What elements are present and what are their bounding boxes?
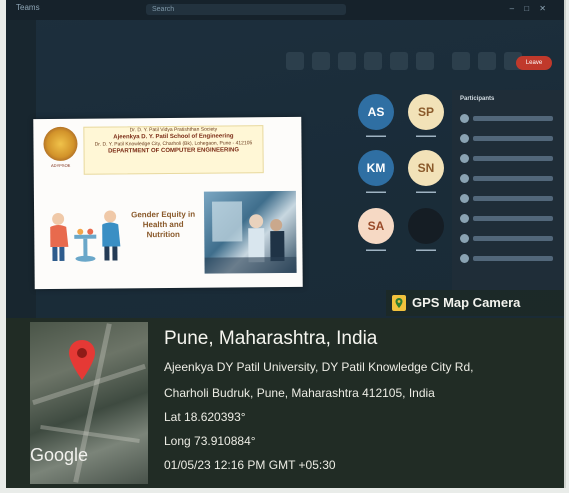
address-line-1: Ajeenkya DY Patil University, DY Patil K… [164,360,474,374]
map-provider-label: Google [30,445,89,465]
chat-button[interactable] [286,52,304,70]
participant-row[interactable] [460,134,560,144]
participant-avatar[interactable] [408,208,444,244]
participant-row[interactable] [460,114,560,124]
people-button[interactable] [312,52,330,70]
participant-row[interactable] [460,234,560,244]
dining-illustration-icon [50,210,121,262]
photo-frame: Teams Search – □ ✕ Leave ADYPSOE Dr. D. … [6,0,566,488]
avatar [460,154,469,163]
participant-row[interactable] [460,174,560,184]
app-title: Teams [16,3,40,12]
participant-initials: SP [417,105,434,119]
participant-name [473,136,553,141]
participant-name [473,196,553,201]
slide-title: Gender Equity in Health and Nutrition [131,209,196,240]
participant-name: ▬▬▬▬ [416,189,436,195]
avatar [460,254,469,263]
participant-name [473,236,553,241]
avatar [460,134,469,143]
view-button[interactable] [390,52,408,70]
window-controls[interactable]: – □ ✕ [510,4,550,13]
participant-row[interactable] [460,214,560,224]
latitude: Lat 18.620393° [164,410,246,424]
header-line: DEPARTMENT OF COMPUTER ENGINEERING [108,147,240,155]
more-button[interactable] [416,52,434,70]
map-pin-icon [392,295,406,311]
participant-initials: AS [367,105,385,119]
avatar [460,114,469,123]
mic-button[interactable] [478,52,496,70]
title-bar: Teams Search – □ ✕ [6,0,564,20]
participant-name [473,176,553,181]
avatar [460,174,469,183]
slide-header: Dr. D. Y. Patil Vidya Pratishthan Societ… [83,125,264,175]
hospital-photo [203,190,297,274]
participant-row[interactable] [460,154,560,164]
participant-avatar[interactable]: SN [408,150,444,186]
gps-badge: GPS Map Camera [386,290,564,316]
participant-name: ▬▬▬▬ [416,133,436,139]
participant-avatar[interactable]: KM [358,150,394,186]
timestamp: 01/05/23 12:16 PM GMT +05:30 [164,458,336,472]
participant-avatar[interactable]: SA [358,208,394,244]
participant-row[interactable] [460,194,560,204]
react-button[interactable] [364,52,382,70]
camera-button[interactable] [452,52,470,70]
participant-name: ▬▬▬▬ [366,189,386,195]
participant-name [473,116,553,121]
location-city: Pune, Maharashtra, India [164,328,378,349]
meeting-toolbar: Leave [286,52,556,82]
search-input[interactable]: Search [146,4,346,15]
raise-hand-button[interactable] [338,52,356,70]
avatar [460,234,469,243]
participant-name [473,156,553,161]
leave-button[interactable]: Leave [516,56,552,70]
left-rail [6,20,36,320]
participant-initials: SA [367,219,385,233]
participant-name: ▬▬▬▬ [416,247,436,253]
participants-panel: Participants [452,90,564,290]
participant-initials: KM [366,161,386,175]
participant-name [473,256,553,261]
gps-badge-label: GPS Map Camera [412,295,521,310]
college-logo-icon [43,126,78,162]
avatar [460,214,469,223]
participant-row[interactable] [460,254,560,264]
participant-avatar[interactable]: SP [408,94,444,130]
location-pin-icon [69,340,95,380]
panel-title: Participants [460,96,495,102]
address-line-2: Charholi Budruk, Pune, Maharashtra 41210… [164,386,435,400]
people-photo-icon [204,201,297,274]
participant-avatar[interactable]: AS [358,94,394,130]
avatar [460,194,469,203]
participant-initials: SN [417,161,435,175]
participant-name [473,216,553,221]
participant-name: ▬▬▬▬ [366,133,386,139]
shared-slide: ADYPSOE Dr. D. Y. Patil Vidya Pratishtha… [33,116,303,290]
participant-name: ▬▬▬▬ [366,247,386,253]
logo-caption: ADYPSOE [50,162,71,169]
longitude: Long 73.910884° [164,434,256,448]
